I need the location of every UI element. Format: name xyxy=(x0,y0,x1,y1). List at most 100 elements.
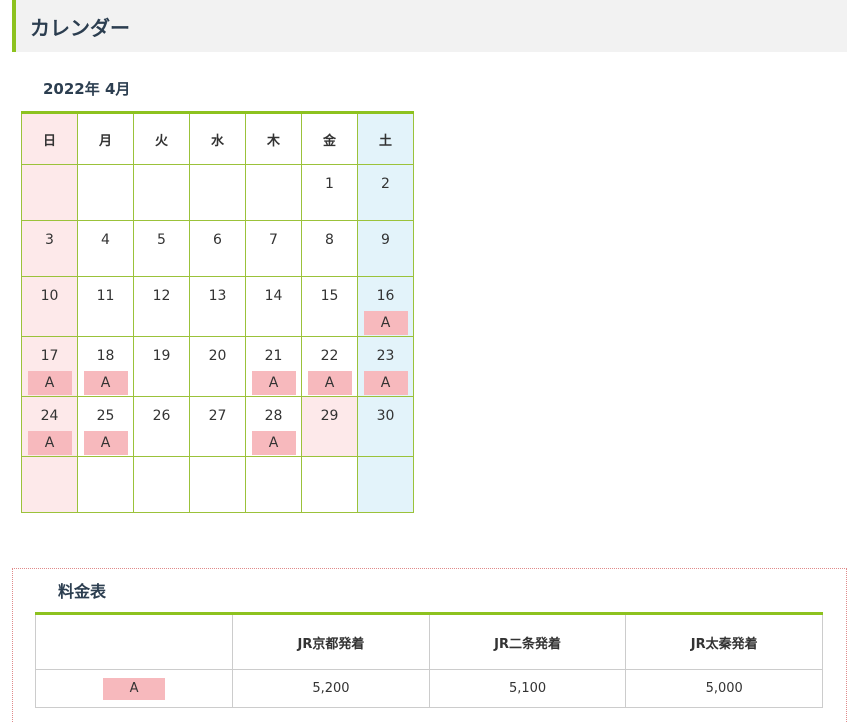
calendar-day-cell[interactable]: 9 xyxy=(357,220,414,277)
day-number: 26 xyxy=(152,408,171,424)
day-number: 22 xyxy=(320,348,339,364)
calendar-day-cell[interactable]: 29 xyxy=(301,396,358,457)
calendar-day-cell[interactable]: 5 xyxy=(133,220,190,277)
weekday-friday: 金 xyxy=(301,112,358,165)
availability-badge[interactable]: A xyxy=(27,371,72,395)
day-number: 16 xyxy=(376,288,395,304)
price-header-uzumasa: JR太秦発着 xyxy=(625,613,823,670)
availability-badge[interactable]: A xyxy=(27,431,72,455)
day-number: 2 xyxy=(381,176,390,192)
calendar-day-cell xyxy=(189,456,246,513)
day-number: 5 xyxy=(157,232,166,248)
calendar-month-label: 2022年 4月 xyxy=(43,80,131,98)
day-number: 18 xyxy=(96,348,115,364)
calendar-day-cell[interactable]: 1 xyxy=(301,164,358,221)
availability-badge[interactable]: A xyxy=(251,431,296,455)
calendar-day-cell[interactable]: 10 xyxy=(21,276,78,337)
day-number: 11 xyxy=(96,288,115,304)
calendar-body: 1 2 3 4 5 6 7 8 9 10 11 12 13 14 15 16 A 17 A 18 A 19 20 21 A 22 A… xyxy=(21,164,414,513)
availability-badge[interactable]: A xyxy=(83,371,128,395)
calendar-day-cell[interactable]: 24 A xyxy=(21,396,78,457)
price-kyoto-value: 5,200 xyxy=(232,669,430,708)
page-title: カレンダー xyxy=(30,16,130,40)
calendar-day-cell[interactable]: 21 A xyxy=(245,336,302,397)
day-number: 3 xyxy=(45,232,54,248)
day-number: 25 xyxy=(96,408,115,424)
calendar-day-cell[interactable]: 15 xyxy=(301,276,358,337)
calendar-day-cell xyxy=(245,456,302,513)
calendar-day-cell[interactable]: 16 A xyxy=(357,276,414,337)
weekday-wednesday: 水 xyxy=(189,112,246,165)
calendar-day-cell xyxy=(245,164,302,221)
weekday-thursday: 木 xyxy=(245,112,302,165)
availability-badge[interactable]: A xyxy=(307,371,352,395)
day-number: 24 xyxy=(40,408,59,424)
calendar-week-row: 24 A 25 A 26 27 28 A 29 30 xyxy=(21,396,414,457)
availability-badge[interactable]: A xyxy=(251,371,296,395)
weekday-header-row: 日 月 火 水 木 金 土 xyxy=(21,112,414,165)
calendar-day-cell[interactable]: 30 xyxy=(357,396,414,457)
calendar-day-cell[interactable]: 7 xyxy=(245,220,302,277)
price-header-nijo: JR二条発着 xyxy=(428,613,627,670)
calendar-day-cell xyxy=(301,456,358,513)
calendar-day-cell[interactable]: 6 xyxy=(189,220,246,277)
day-number: 9 xyxy=(381,232,390,248)
calendar-day-cell[interactable]: 22 A xyxy=(301,336,358,397)
calendar-day-cell xyxy=(77,164,134,221)
calendar-day-cell[interactable]: 28 A xyxy=(245,396,302,457)
day-number: 19 xyxy=(152,348,171,364)
calendar-day-cell[interactable]: 11 xyxy=(77,276,134,337)
day-number: 15 xyxy=(320,288,339,304)
day-number: 12 xyxy=(152,288,171,304)
day-number: 27 xyxy=(208,408,227,424)
price-nijo-value: 5,100 xyxy=(428,669,627,708)
calendar-day-cell[interactable]: 4 xyxy=(77,220,134,277)
calendar-day-cell[interactable]: 19 xyxy=(133,336,190,397)
page: カレンダー 2022年 4月 日 月 火 水 木 金 土 1 2 3 4 5 6 7 8 9 10… xyxy=(0,0,850,722)
calendar-day-cell[interactable]: 20 xyxy=(189,336,246,397)
day-number: 4 xyxy=(101,232,110,248)
availability-badge[interactable]: A xyxy=(83,431,128,455)
calendar-week-row xyxy=(21,456,414,513)
calendar-day-cell[interactable]: 23 A xyxy=(357,336,414,397)
calendar-day-cell[interactable]: 25 A xyxy=(77,396,134,457)
calendar-day-cell[interactable]: 3 xyxy=(21,220,78,277)
day-number: 29 xyxy=(320,408,339,424)
calendar-day-cell[interactable]: 12 xyxy=(133,276,190,337)
calendar-day-cell xyxy=(21,164,78,221)
calendar-day-cell[interactable]: 14 xyxy=(245,276,302,337)
price-uzumasa-value: 5,000 xyxy=(625,669,823,708)
availability-badge[interactable]: A xyxy=(363,311,408,335)
calendar-day-cell xyxy=(133,164,190,221)
day-number: 8 xyxy=(325,232,334,248)
weekday-tuesday: 火 xyxy=(133,112,190,165)
weekday-monday: 月 xyxy=(77,112,134,165)
weekday-sunday: 日 xyxy=(21,112,78,165)
calendar-day-cell[interactable]: 26 xyxy=(133,396,190,457)
day-number: 13 xyxy=(208,288,227,304)
calendar-day-cell xyxy=(21,456,78,513)
day-number: 1 xyxy=(325,176,334,192)
calendar-day-cell[interactable]: 18 A xyxy=(77,336,134,397)
day-number: 20 xyxy=(208,348,227,364)
day-number: 17 xyxy=(40,348,59,364)
price-row: A 5,200 5,100 5,000 xyxy=(34,669,823,708)
day-number: 30 xyxy=(376,408,395,424)
calendar-day-cell xyxy=(133,456,190,513)
day-number: 23 xyxy=(376,348,395,364)
calendar-day-cell[interactable]: 13 xyxy=(189,276,246,337)
day-number: 10 xyxy=(40,288,59,304)
availability-badge[interactable]: A xyxy=(363,371,408,395)
calendar-day-cell[interactable]: 17 A xyxy=(21,336,78,397)
calendar-day-cell[interactable]: 27 xyxy=(189,396,246,457)
calendar-week-row: 10 11 12 13 14 15 16 A xyxy=(21,276,414,337)
calendar-day-cell xyxy=(357,456,414,513)
calendar-day-cell[interactable]: 2 xyxy=(357,164,414,221)
day-number: 21 xyxy=(264,348,283,364)
weekday-saturday: 土 xyxy=(357,112,414,165)
day-number: 14 xyxy=(264,288,283,304)
calendar-week-row: 3 4 5 6 7 8 9 xyxy=(21,220,414,277)
day-number: 7 xyxy=(269,232,278,248)
calendar-day-cell[interactable]: 8 xyxy=(301,220,358,277)
calendar-day-cell xyxy=(189,164,246,221)
